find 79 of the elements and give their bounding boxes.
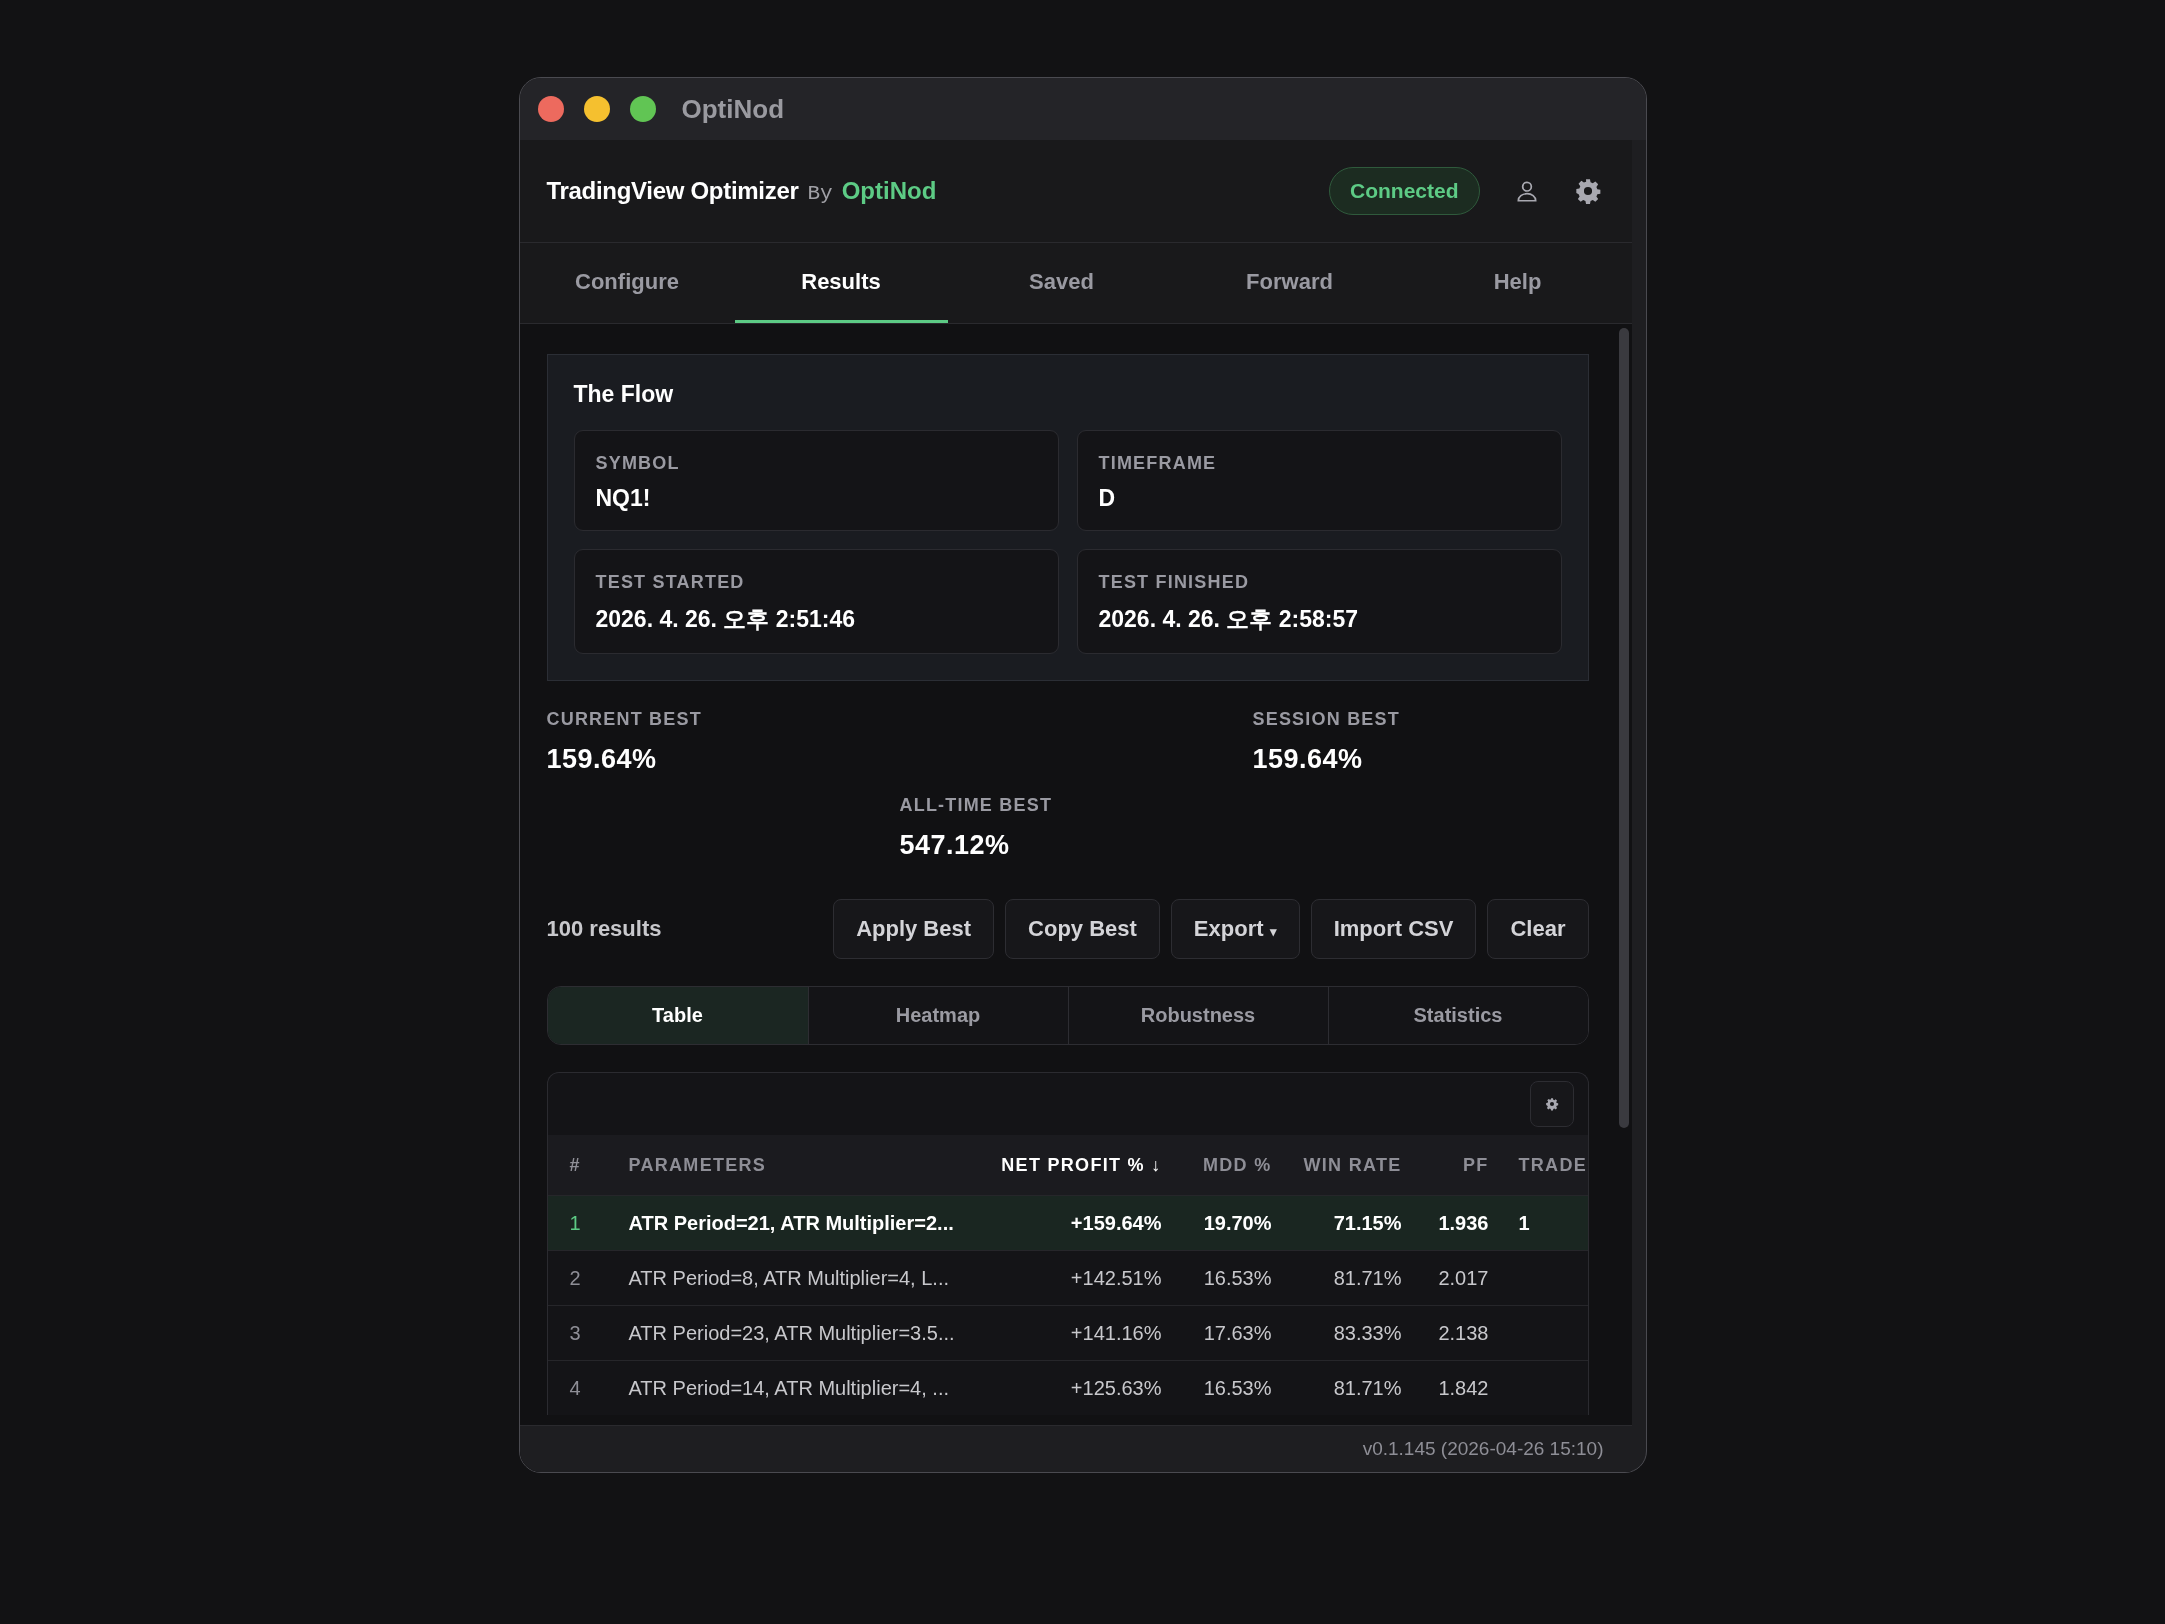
table-cell: +141.16% xyxy=(1070,1321,1162,1344)
results-count: 100 results xyxy=(546,916,662,942)
view-tab[interactable]: Table xyxy=(547,987,808,1044)
column-header[interactable]: PF xyxy=(1407,1135,1495,1196)
table-cell: 2.017 xyxy=(1438,1266,1489,1289)
stat-value: 159.64% xyxy=(1252,744,1364,775)
table-cell: 4 xyxy=(569,1376,581,1399)
field-value: NQ1! xyxy=(595,485,652,512)
nav-tab[interactable]: Forward xyxy=(1175,243,1404,323)
stat-value: 159.64% xyxy=(546,744,658,775)
table-cell: 1.936 xyxy=(1438,1211,1489,1234)
field-label: SYMBOL xyxy=(595,453,681,474)
window-title: OptiNod xyxy=(681,93,785,125)
table-cell: +125.63% xyxy=(1070,1376,1162,1399)
export-dropdown[interactable]: Export ▾ xyxy=(1170,899,1300,959)
table-cell: +142.51% xyxy=(1070,1266,1162,1289)
table-cell: 16.53% xyxy=(1203,1266,1272,1289)
table-cell: ATR Period=23, ATR Multiplier=3.5... xyxy=(628,1321,955,1344)
result-row[interactable]: 2 ATR Period=8, ATR Multiplier=4, L... +142.51% 16.53% 81.71% 2.017 xyxy=(547,1250,1588,1306)
table-cell: 83.33% xyxy=(1333,1321,1402,1344)
brand-name: OptiNod xyxy=(841,177,937,205)
version-text: v0.1.145 (2026-04-26 15:10) xyxy=(1362,1438,1604,1460)
table-cell: +159.64% xyxy=(1070,1211,1162,1234)
minimize-button[interactable] xyxy=(583,96,610,122)
stat-label: ALL-TIME BEST xyxy=(899,795,1054,816)
table-cell: 81.71% xyxy=(1333,1266,1402,1289)
table-settings-button[interactable] xyxy=(1529,1081,1574,1127)
app-title: TradingView Optimizer xyxy=(546,177,799,205)
column-header[interactable]: WIN RATE xyxy=(1277,1135,1408,1196)
strategy-title: The Flow xyxy=(573,381,675,408)
table-cell: 81.71% xyxy=(1333,1376,1402,1399)
nav-tab[interactable]: Configure xyxy=(519,243,735,323)
field-label: TEST FINISHED xyxy=(1098,572,1251,593)
table-cell: 1 xyxy=(1518,1211,1530,1234)
settings-icon[interactable] xyxy=(1573,177,1602,205)
action-button[interactable]: Apply Best xyxy=(833,899,995,959)
field-label: TEST STARTED xyxy=(595,572,746,593)
column-header[interactable]: MDD % xyxy=(1167,1135,1278,1196)
result-row[interactable]: 4 ATR Period=14, ATR Multiplier=4, ... +125.63% 16.53% 81.71% 1.842 xyxy=(547,1360,1588,1415)
table-cell: 3 xyxy=(569,1321,581,1344)
scrollbar-thumb[interactable] xyxy=(1618,328,1629,1128)
field-value: D xyxy=(1098,485,1117,512)
table-cell: 16.53% xyxy=(1203,1376,1272,1399)
stat-label: SESSION BEST xyxy=(1252,709,1401,730)
maximize-button[interactable] xyxy=(629,96,656,122)
action-button[interactable]: Import CSV xyxy=(1310,899,1477,959)
table-cell: 2 xyxy=(569,1266,581,1289)
field-value: 2026. 4. 26. 오후 2:58:57 xyxy=(1098,605,1360,634)
settings-icon xyxy=(1544,1097,1559,1111)
connection-status-badge: Connected xyxy=(1329,167,1480,215)
result-row[interactable]: 1 ATR Period=21, ATR Multiplier=2... +159.64% 19.70% 71.15% 1.936 1 xyxy=(547,1195,1588,1251)
action-button[interactable]: Copy Best xyxy=(1005,899,1160,959)
table-cell: ATR Period=21, ATR Multiplier=2... xyxy=(628,1211,954,1234)
view-tab[interactable]: Heatmap xyxy=(807,987,1068,1044)
table-cell: ATR Period=14, ATR Multiplier=4, ... xyxy=(628,1376,949,1399)
action-button[interactable]: Clear xyxy=(1487,899,1589,959)
column-header[interactable]: PARAMETERS xyxy=(622,1135,973,1196)
result-row[interactable]: 3 ATR Period=23, ATR Multiplier=3.5... +141.16% 17.63% 83.33% 2.138 xyxy=(547,1305,1588,1361)
view-tab[interactable]: Robustness xyxy=(1067,987,1328,1044)
table-cell: 71.15% xyxy=(1333,1211,1402,1234)
stat-label: CURRENT BEST xyxy=(546,709,703,730)
table-cell: 19.70% xyxy=(1203,1211,1272,1234)
by-text: By xyxy=(807,182,833,205)
table-cell: 2.138 xyxy=(1438,1321,1489,1344)
table-cell: 1.842 xyxy=(1438,1376,1489,1399)
field-label: TIMEFRAME xyxy=(1098,453,1218,474)
column-header[interactable]: # xyxy=(547,1135,623,1196)
stat-value: 547.12% xyxy=(899,830,1011,861)
column-header[interactable]: NET PROFIT % ↓ xyxy=(972,1135,1168,1196)
view-tab[interactable]: Statistics xyxy=(1327,987,1588,1044)
nav-tab[interactable]: Results xyxy=(734,243,948,323)
nav-tab[interactable]: Help xyxy=(1403,243,1632,323)
close-button[interactable] xyxy=(537,96,564,122)
column-header[interactable]: TRADE xyxy=(1494,1135,1588,1196)
table-cell: ATR Period=8, ATR Multiplier=4, L... xyxy=(628,1266,949,1289)
field-value: 2026. 4. 26. 오후 2:51:46 xyxy=(595,605,857,634)
nav-tab[interactable]: Saved xyxy=(947,243,1176,323)
table-cell: 1 xyxy=(569,1211,581,1234)
table-cell: 17.63% xyxy=(1203,1321,1272,1344)
